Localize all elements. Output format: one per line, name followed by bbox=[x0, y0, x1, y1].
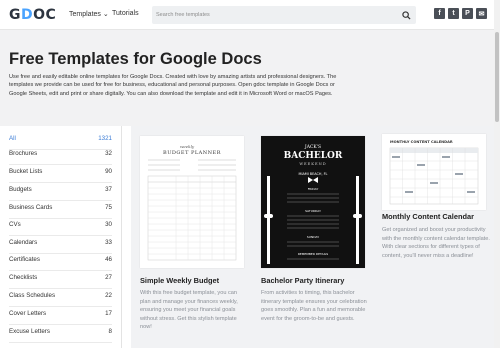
template-title[interactable]: Simple Weekly Budget bbox=[140, 276, 219, 285]
thumb-footer-text: REMEMBER DETAILS bbox=[298, 252, 328, 256]
template-thumbnail[interactable]: JACK'S BACHELOR WEEKEND MIAMI BEACH, FL … bbox=[261, 136, 365, 268]
thumb-day-3: SUNDAY bbox=[307, 235, 319, 239]
category-sidebar: All 1321 Brochures 32 Bucket Lists 90 Budge… bbox=[0, 126, 123, 348]
thumb-day-1: FRIDAY bbox=[308, 187, 319, 191]
page-description: Use free and easily editable online temp… bbox=[9, 74, 337, 97]
template-card[interactable]: JACK'S BACHELOR WEEKEND MIAMI BEACH, FL … bbox=[252, 126, 374, 348]
thumb-heading-text: BACHELOR bbox=[284, 151, 343, 161]
search-input[interactable] bbox=[156, 9, 386, 21]
category-label: Checklists bbox=[9, 274, 38, 281]
category-label: Calendars bbox=[9, 239, 38, 246]
site-logo[interactable]: GDOC bbox=[9, 7, 56, 23]
category-label: All bbox=[9, 135, 16, 142]
category-label: Business Cards bbox=[9, 204, 53, 211]
template-title[interactable]: Bachelor Party Itinerary bbox=[261, 276, 344, 285]
category-label: Class Schedules bbox=[9, 292, 56, 299]
thumb-location-text: MIAMI BEACH, FL bbox=[299, 172, 328, 176]
thumb-sub-text: WEEKEND bbox=[299, 162, 326, 166]
nav-templates-menu[interactable]: Templates ⌄ bbox=[69, 10, 109, 18]
thumb-heading-text: MONTHLY CONTENT CALENDAR bbox=[390, 140, 453, 144]
logo-letter-g: G bbox=[9, 7, 21, 23]
category-count: 22 bbox=[105, 292, 112, 299]
category-count: 17 bbox=[105, 310, 112, 317]
page-scrollbar[interactable] bbox=[494, 0, 500, 348]
category-count: 37 bbox=[105, 186, 112, 193]
category-count: 75 bbox=[105, 204, 112, 211]
category-label: Excuse Letters bbox=[9, 328, 50, 335]
search-icon bbox=[401, 10, 411, 20]
category-label: Brochures bbox=[9, 150, 38, 157]
category-label: Certificates bbox=[9, 256, 40, 263]
category-count: 90 bbox=[105, 168, 112, 175]
scrollbar-thumb[interactable] bbox=[495, 32, 499, 122]
pinterest-icon[interactable]: P bbox=[462, 8, 473, 19]
template-card[interactable]: weekly BUDGET PLANNER Simple Weekly Budg… bbox=[131, 126, 253, 348]
top-navigation-bar: GDOC Templates ⌄ Tutorials f t P ✉ bbox=[0, 0, 500, 30]
category-count: 30 bbox=[105, 221, 112, 228]
nav-tutorials-link[interactable]: Tutorials bbox=[112, 10, 139, 17]
category-label: Budgets bbox=[9, 186, 32, 193]
category-count: 46 bbox=[105, 256, 112, 263]
category-count: 8 bbox=[108, 328, 112, 335]
page-title: Free Templates for Google Docs bbox=[9, 50, 262, 68]
logo-letters: OC bbox=[33, 7, 57, 23]
logo-letter-d: D bbox=[21, 7, 34, 23]
thumb-day-2: SATURDAY bbox=[305, 209, 321, 213]
email-icon[interactable]: ✉ bbox=[476, 8, 487, 19]
sidebar-divider bbox=[121, 126, 122, 348]
category-count: 27 bbox=[105, 274, 112, 281]
template-description: With this free budget template, you can … bbox=[140, 290, 238, 331]
template-thumbnail[interactable]: weekly BUDGET PLANNER bbox=[140, 136, 244, 268]
content-calendar-preview: MONTHLY CONTENT CALENDAR bbox=[389, 140, 479, 205]
thumb-name-text: JACK'S bbox=[304, 144, 321, 150]
category-label: Cover Letters bbox=[9, 310, 47, 317]
template-thumbnail[interactable]: MONTHLY CONTENT CALENDAR bbox=[382, 134, 486, 210]
category-count: 33 bbox=[105, 239, 112, 246]
twitter-icon[interactable]: t bbox=[448, 8, 459, 19]
template-title[interactable]: Monthly Content Calendar bbox=[382, 212, 474, 221]
search-box bbox=[152, 6, 416, 24]
template-description: From activities to timing, this bachelor… bbox=[261, 290, 367, 322]
thumb-script-text: weekly bbox=[180, 144, 195, 149]
category-excuse-letters[interactable]: Excuse Letters 8 bbox=[9, 321, 112, 343]
template-card[interactable]: MONTHLY CONTENT CALENDAR Monthly Content… bbox=[373, 126, 495, 348]
facebook-icon[interactable]: f bbox=[434, 8, 445, 19]
category-count: 1321 bbox=[98, 135, 112, 142]
budget-planner-preview: weekly BUDGET PLANNER bbox=[147, 144, 237, 261]
category-label: CVs bbox=[9, 221, 21, 228]
category-label: Bucket Lists bbox=[9, 168, 43, 175]
category-count: 32 bbox=[105, 150, 112, 157]
template-description: Get organized and boost your productivit… bbox=[382, 227, 490, 259]
search-button[interactable] bbox=[400, 9, 412, 21]
bachelor-itinerary-preview: JACK'S BACHELOR WEEKEND MIAMI BEACH, FL … bbox=[264, 144, 362, 264]
thumb-heading-text: BUDGET PLANNER bbox=[163, 150, 221, 156]
hero-section: Free Templates for Google Docs Use free … bbox=[0, 30, 500, 126]
